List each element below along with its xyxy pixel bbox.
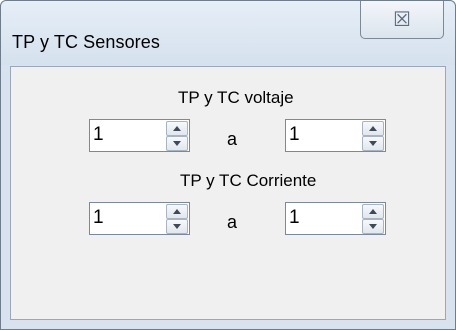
spin-up-button[interactable] (362, 204, 384, 219)
title-bar[interactable]: TP y TC Sensores ☒ (1, 1, 455, 65)
dialog-client-area: TP y TC voltaje 1 a 1 TP y TC Corriente … (10, 66, 446, 320)
voltage-label: TP y TC voltaje (178, 88, 294, 107)
close-button[interactable]: ☒ (360, 1, 444, 39)
spin-up-button[interactable] (362, 121, 384, 136)
dialog-window: TP y TC Sensores ☒ TP y TC voltaje 1 a 1… (0, 0, 456, 330)
spin-down-button[interactable] (166, 136, 188, 151)
spin-down-button[interactable] (362, 219, 384, 234)
spin-up-icon (369, 209, 377, 214)
spinner-buttons (362, 121, 384, 151)
spin-up-icon (369, 126, 377, 131)
spin-down-icon (173, 224, 181, 229)
window-title: TP y TC Sensores (12, 32, 160, 52)
spin-down-icon (173, 141, 181, 146)
spin-down-button[interactable] (166, 219, 188, 234)
current-from-spinner[interactable]: 1 (89, 202, 190, 235)
spin-up-button[interactable] (166, 121, 188, 136)
voltage-from-value[interactable]: 1 (93, 124, 104, 146)
spin-up-button[interactable] (166, 204, 188, 219)
current-to-spinner[interactable]: 1 (285, 202, 386, 235)
spin-down-button[interactable] (362, 136, 384, 151)
spinner-buttons (362, 204, 384, 234)
current-range-separator: a (227, 212, 238, 232)
voltage-from-spinner[interactable]: 1 (89, 119, 190, 152)
spinner-buttons (166, 204, 188, 234)
close-icon: ☒ (393, 7, 411, 31)
spinner-buttons (166, 121, 188, 151)
current-from-value[interactable]: 1 (93, 207, 104, 229)
current-label: TP y TC Corriente (180, 171, 317, 190)
voltage-range-separator: a (227, 129, 238, 149)
voltage-to-spinner[interactable]: 1 (285, 119, 386, 152)
spin-up-icon (173, 209, 181, 214)
current-to-value[interactable]: 1 (289, 207, 300, 229)
voltage-to-value[interactable]: 1 (289, 124, 300, 146)
spin-up-icon (173, 126, 181, 131)
spin-down-icon (369, 141, 377, 146)
spin-down-icon (369, 224, 377, 229)
